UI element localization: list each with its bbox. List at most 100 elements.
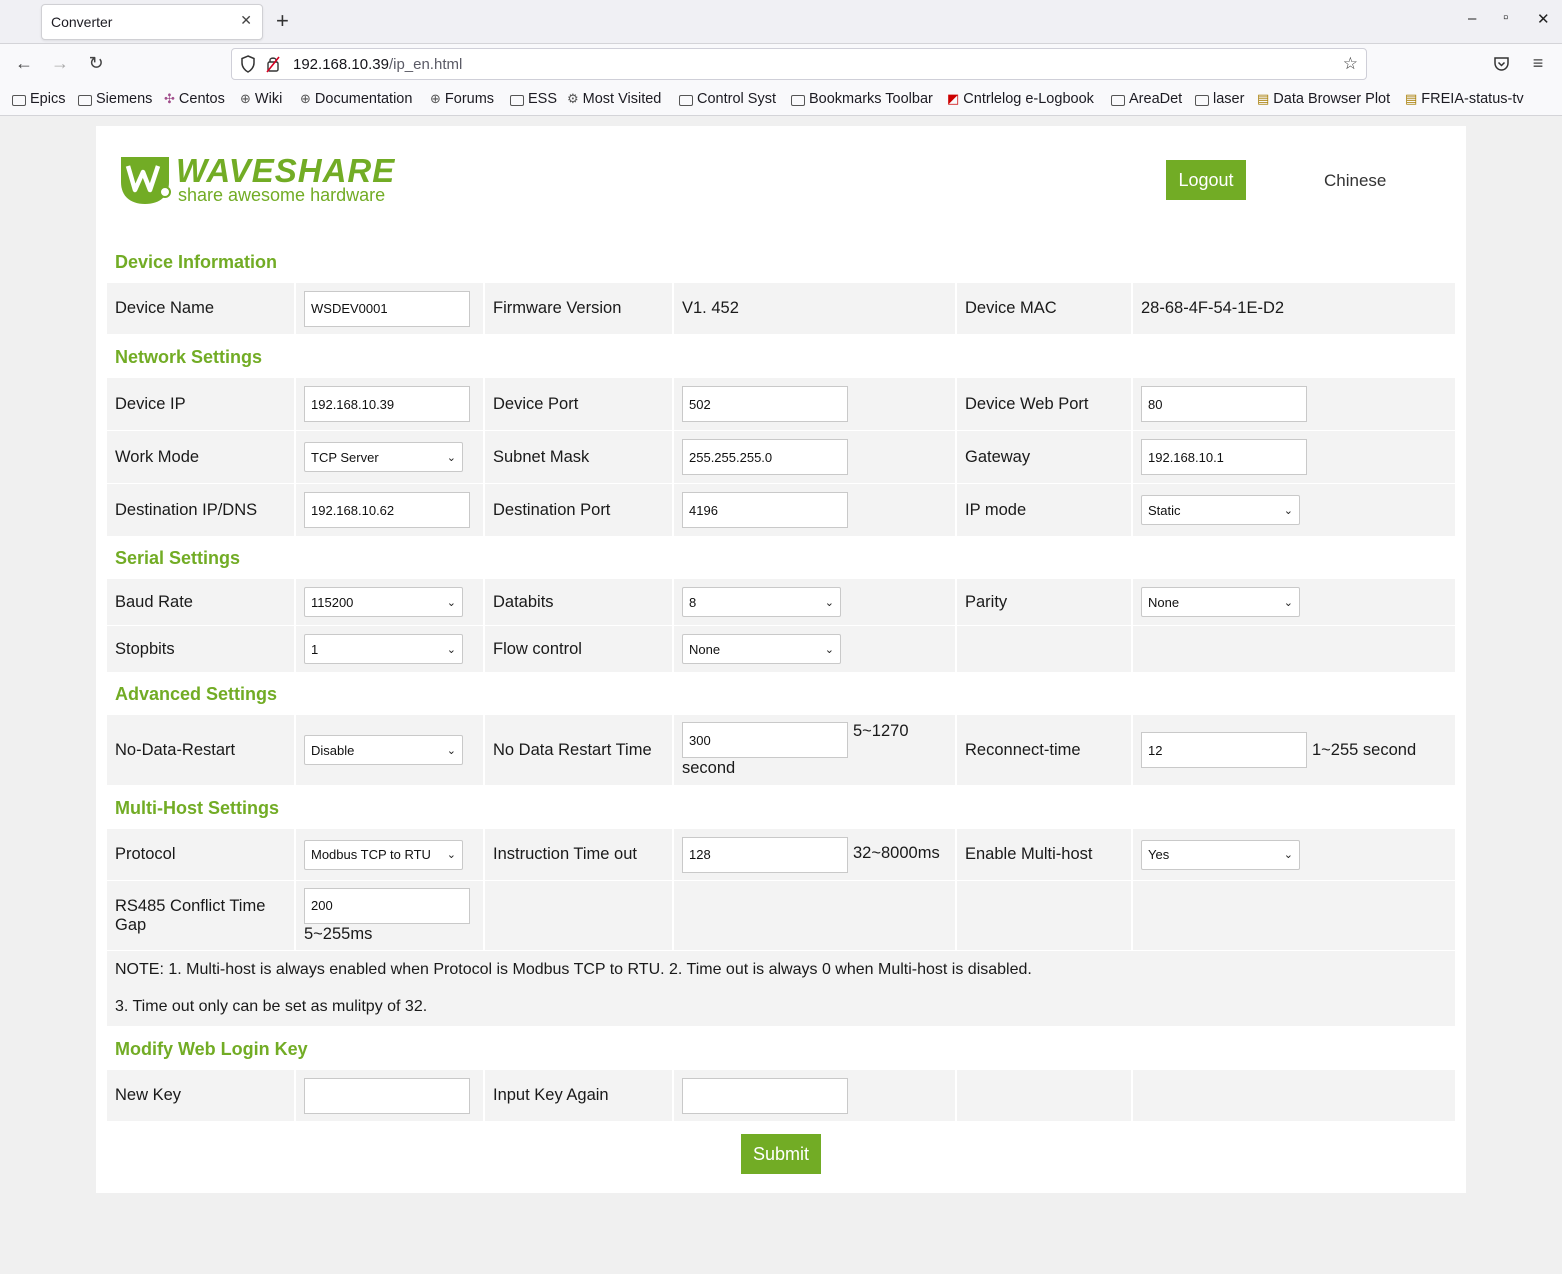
field-label: Protocol xyxy=(107,829,296,880)
insecure-lock-icon[interactable] xyxy=(266,55,280,73)
empty-cell xyxy=(1133,881,1455,950)
forward-icon[interactable]: → xyxy=(50,53,70,74)
table-row: Destination IP/DNS Destination Port IP m… xyxy=(107,484,1455,537)
bookmark-folder[interactable]: Siemens xyxy=(78,91,152,107)
table-row: Device Name Firmware Version V1. 452 Dev… xyxy=(107,283,1455,335)
device-info-table: Device Name Firmware Version V1. 452 Dev… xyxy=(107,283,1455,335)
conflict-gap-input[interactable] xyxy=(304,887,470,924)
empty-cell xyxy=(957,881,1133,950)
new-key-input[interactable] xyxy=(304,1077,470,1114)
device-port-input[interactable] xyxy=(682,386,848,422)
protocol-select[interactable]: Modbus TCP to RTU ⌄ xyxy=(304,839,463,870)
baud-rate-select[interactable]: 115200 ⌄ xyxy=(304,587,463,617)
globe-icon: ⊕ xyxy=(240,91,251,106)
back-icon[interactable]: ← xyxy=(14,53,34,74)
destination-port-input[interactable] xyxy=(682,492,848,528)
chevron-down-icon: ⌄ xyxy=(1283,504,1293,517)
empty-cell xyxy=(485,881,674,950)
navigation-bar: ← → ↻ 192.168.10.39/ip_en.html ☆ ≡ xyxy=(0,44,1562,84)
bookmark-item[interactable]: ▤ Data Browser Plot xyxy=(1257,91,1390,107)
pocket-icon[interactable] xyxy=(1493,56,1510,72)
field-cell: 5~1270 second xyxy=(674,715,957,785)
bookmarks-toolbar: Epics Siemens ✣ Centos ⊕ Wiki ⊕ Documentati… xyxy=(0,84,1562,116)
enable-multihost-select[interactable]: Yes ⌄ xyxy=(1141,839,1300,870)
parity-select[interactable]: None ⌄ xyxy=(1141,587,1300,617)
maximize-icon[interactable]: ▫ xyxy=(1503,9,1508,26)
bookmark-folder[interactable]: ESS xyxy=(510,91,557,107)
bookmark-item[interactable]: ✣ Centos xyxy=(164,91,225,107)
conflict-gap-range: 5~255ms xyxy=(304,924,373,943)
menu-icon[interactable]: ≡ xyxy=(1528,53,1548,74)
bookmark-folder[interactable]: Control Syst xyxy=(679,91,776,107)
close-tab-icon[interactable]: ✕ xyxy=(240,12,252,29)
table-row: Baud Rate 115200 ⌄ Databits 8 ⌄ Parity Non… xyxy=(107,579,1455,626)
chevron-down-icon: ⌄ xyxy=(446,451,456,464)
device-ip-input[interactable] xyxy=(304,386,470,422)
web-port-input[interactable] xyxy=(1141,386,1307,422)
tab-title: Converter xyxy=(51,14,113,30)
firmware-version-value: V1. 452 xyxy=(674,283,957,334)
url-text[interactable]: 192.168.10.39/ip_en.html xyxy=(293,56,462,73)
table-row: Stopbits 1 ⌄ Flow control None ⌄ xyxy=(107,626,1455,673)
field-cell: 5~255ms xyxy=(296,881,485,950)
reconnect-time-input[interactable] xyxy=(1141,732,1307,768)
bookmark-folder[interactable]: AreaDet xyxy=(1111,91,1182,107)
browser-tab[interactable]: Converter ✕ xyxy=(41,4,263,40)
shield-icon[interactable] xyxy=(240,55,256,73)
bookmark-folder[interactable]: laser xyxy=(1195,91,1244,107)
no-data-restart-select[interactable]: Disable ⌄ xyxy=(304,735,463,765)
waveshare-logo-icon xyxy=(121,157,171,204)
advanced-settings-table: No-Data-Restart Disable ⌄ No Data Restart… xyxy=(107,715,1455,786)
instruction-timeout-input[interactable] xyxy=(682,836,848,873)
destination-ip-input[interactable] xyxy=(304,492,470,528)
globe-icon: ⊕ xyxy=(300,91,311,106)
field-label: Flow control xyxy=(485,626,674,672)
submit-button[interactable]: Submit xyxy=(741,1134,821,1174)
field-cell: Disable ⌄ xyxy=(296,715,485,785)
reload-icon[interactable]: ↻ xyxy=(86,53,106,74)
bookmark-item[interactable]: ◩ Cntrlelog e-Logbook xyxy=(947,91,1094,107)
field-label: New Key xyxy=(107,1070,296,1121)
restart-time-input[interactable] xyxy=(682,722,848,758)
new-tab-icon[interactable]: + xyxy=(276,8,289,34)
device-name-input[interactable] xyxy=(304,290,470,327)
url-bar[interactable]: 192.168.10.39/ip_en.html ☆ xyxy=(231,48,1367,80)
section-title-multihost: Multi-Host Settings xyxy=(115,798,279,818)
bookmark-star-icon[interactable]: ☆ xyxy=(1343,54,1358,74)
field-label: Device Name xyxy=(107,283,296,334)
flow-control-select[interactable]: None ⌄ xyxy=(682,634,841,664)
close-window-icon[interactable]: ✕ xyxy=(1537,10,1550,28)
bookmark-folder[interactable]: ⚙ Most Visited xyxy=(567,91,661,107)
table-row: Protocol Modbus TCP to RTU ⌄ Instruction … xyxy=(107,829,1455,881)
logout-button[interactable]: Logout xyxy=(1166,160,1246,200)
timeout-range: 32~8000ms xyxy=(853,844,940,862)
bookmark-item[interactable]: ▤ FREIA-status-tv xyxy=(1405,91,1524,107)
bookmark-folder[interactable]: Epics xyxy=(12,91,65,107)
field-label: Device IP xyxy=(107,378,296,430)
field-cell: None ⌄ xyxy=(1133,579,1455,625)
field-cell: 32~8000ms xyxy=(674,829,957,880)
stopbits-select[interactable]: 1 ⌄ xyxy=(304,634,463,664)
folder-icon xyxy=(78,94,92,106)
work-mode-select[interactable]: TCP Server ⌄ xyxy=(304,442,463,472)
bookmark-item[interactable]: ⊕ Forums xyxy=(430,91,494,107)
chevron-down-icon: ⌄ xyxy=(446,596,456,609)
field-label: Parity xyxy=(957,579,1133,625)
chevron-down-icon: ⌄ xyxy=(446,849,456,861)
bookmark-folder[interactable]: Bookmarks Toolbar xyxy=(791,91,933,107)
ip-mode-select[interactable]: Static ⌄ xyxy=(1141,495,1300,525)
confirm-key-input[interactable] xyxy=(682,1077,848,1114)
language-link[interactable]: Chinese xyxy=(1324,171,1386,191)
minimize-icon[interactable]: – xyxy=(1468,10,1476,27)
logo-wordmark: WAVESHARE xyxy=(176,152,396,189)
field-label: No-Data-Restart xyxy=(107,715,296,785)
subnet-mask-input[interactable] xyxy=(682,439,848,475)
bookmark-item[interactable]: ⊕ Documentation xyxy=(300,91,412,107)
chevron-down-icon: ⌄ xyxy=(824,643,834,656)
bookmark-item[interactable]: ⊕ Wiki xyxy=(240,91,282,107)
multihost-note: NOTE: 1. Multi-host is always enabled wh… xyxy=(107,951,1455,1026)
network-settings-table: Device IP Device Port Device Web Port Wo… xyxy=(107,378,1455,537)
device-mac-value: 28-68-4F-54-1E-D2 xyxy=(1133,283,1455,334)
gateway-input[interactable] xyxy=(1141,439,1307,475)
databits-select[interactable]: 8 ⌄ xyxy=(682,587,841,617)
